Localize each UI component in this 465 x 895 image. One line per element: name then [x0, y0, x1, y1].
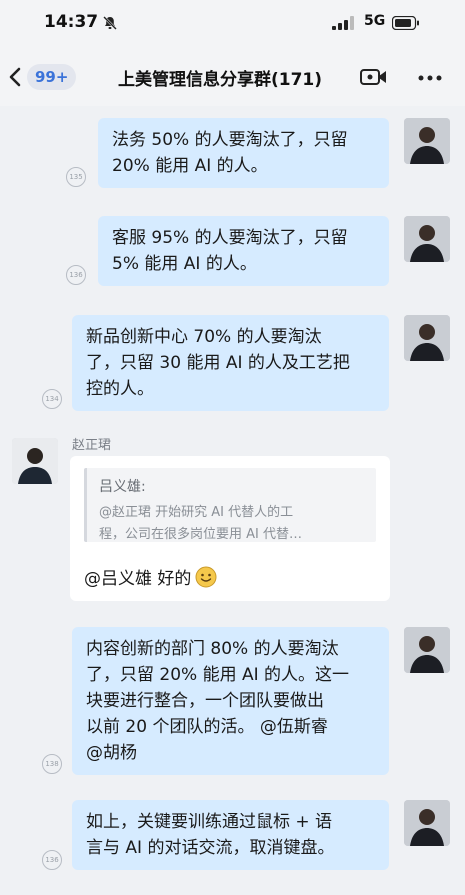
- my-avatar[interactable]: [404, 315, 450, 361]
- sender-avatar[interactable]: [12, 438, 58, 484]
- read-count-badge[interactable]: 135: [66, 167, 86, 187]
- battery-icon: [392, 16, 419, 30]
- network-type: 5G: [364, 13, 386, 29]
- read-count-badge[interactable]: 136: [42, 850, 62, 870]
- more-options-icon[interactable]: [418, 75, 442, 81]
- read-count-badge[interactable]: 134: [42, 389, 62, 409]
- smile-emoji-icon: [195, 566, 217, 588]
- message-bubble[interactable]: 客服 95% 的人要淘汰了，只留 5% 能用 AI 的人。: [98, 216, 389, 286]
- unread-badge[interactable]: 99+: [27, 64, 77, 90]
- reply-bubble[interactable]: 吕义雄: @赵正珺 开始研究 AI 代替人的工 程，公司在很多岗位要用 AI 代…: [70, 456, 390, 601]
- message-bubble[interactable]: 新品创新中心 70% 的人要淘汰 了，只留 30 能用 AI 的人及工艺把 控的…: [72, 315, 389, 411]
- reply-text: @吕义雄 好的: [84, 564, 217, 589]
- message-line: 了，只留 20% 能用 AI 的人。这一: [86, 665, 350, 685]
- chat-area[interactable]: 法务 50% 的人要淘汰了，只留 20% 能用 AI 的人。 135 客服 95…: [0, 106, 465, 895]
- message-bubble[interactable]: 内容创新的部门 80% 的人要淘汰 了，只留 20% 能用 AI 的人。这一 块…: [72, 627, 389, 775]
- message-line: 客服 95% 的人要淘汰了，只留: [112, 228, 348, 248]
- quoted-line: 程，公司在很多岗位要用 AI 代替…: [99, 527, 302, 542]
- signal-icon: [332, 16, 354, 30]
- message-line: 5% 能用 AI 的人。: [112, 254, 257, 274]
- message-line: 法务 50% 的人要淘汰了，只留: [112, 130, 348, 150]
- message-line: 新品创新中心 70% 的人要淘汰: [86, 327, 322, 347]
- message-line: 了，只留 30 能用 AI 的人及工艺把: [86, 353, 350, 373]
- group-title: 上美管理信息分享群(171): [118, 70, 323, 90]
- status-bar: 14:37 5G: [0, 0, 465, 48]
- message-line: 如上，关键要训练通过鼠标 + 语: [86, 812, 333, 832]
- message-line: 块要进行整合，一个团队要做出: [86, 691, 324, 711]
- bell-muted-icon: [103, 16, 117, 30]
- my-avatar[interactable]: [404, 118, 450, 164]
- chat-header: 99+ 上美管理信息分享群(171): [0, 48, 465, 106]
- my-avatar[interactable]: [404, 800, 450, 846]
- my-avatar[interactable]: [404, 627, 450, 673]
- video-call-icon[interactable]: [360, 68, 388, 86]
- read-count-badge[interactable]: 136: [66, 265, 86, 285]
- quoted-line: @赵正珺 开始研究 AI 代替人的工: [99, 505, 294, 520]
- message-bubble[interactable]: 如上，关键要训练通过鼠标 + 语 言与 AI 的对话交流，取消键盘。: [72, 800, 389, 870]
- quoted-message[interactable]: 吕义雄: @赵正珺 开始研究 AI 代替人的工 程，公司在很多岗位要用 AI 代…: [84, 468, 376, 542]
- message-line: 以前 20 个团队的活。 @伍斯睿: [86, 717, 328, 737]
- read-count-badge[interactable]: 138: [42, 754, 62, 774]
- message-bubble[interactable]: 法务 50% 的人要淘汰了，只留 20% 能用 AI 的人。: [98, 118, 389, 188]
- reply-text-content: @吕义雄 好的: [84, 569, 192, 589]
- my-avatar[interactable]: [404, 216, 450, 262]
- message-line: 20% 能用 AI 的人。: [112, 156, 268, 176]
- sender-name: 赵正珺: [72, 438, 112, 453]
- message-line: 内容创新的部门 80% 的人要淘汰: [86, 639, 339, 659]
- message-line: 言与 AI 的对话交流，取消键盘。: [86, 838, 335, 858]
- message-line: @胡杨: [86, 743, 137, 763]
- status-time: 14:37: [44, 12, 99, 32]
- back-chevron-icon[interactable]: [8, 66, 22, 88]
- quoted-sender: 吕义雄:: [99, 479, 146, 495]
- message-line: 控的人。: [86, 379, 154, 399]
